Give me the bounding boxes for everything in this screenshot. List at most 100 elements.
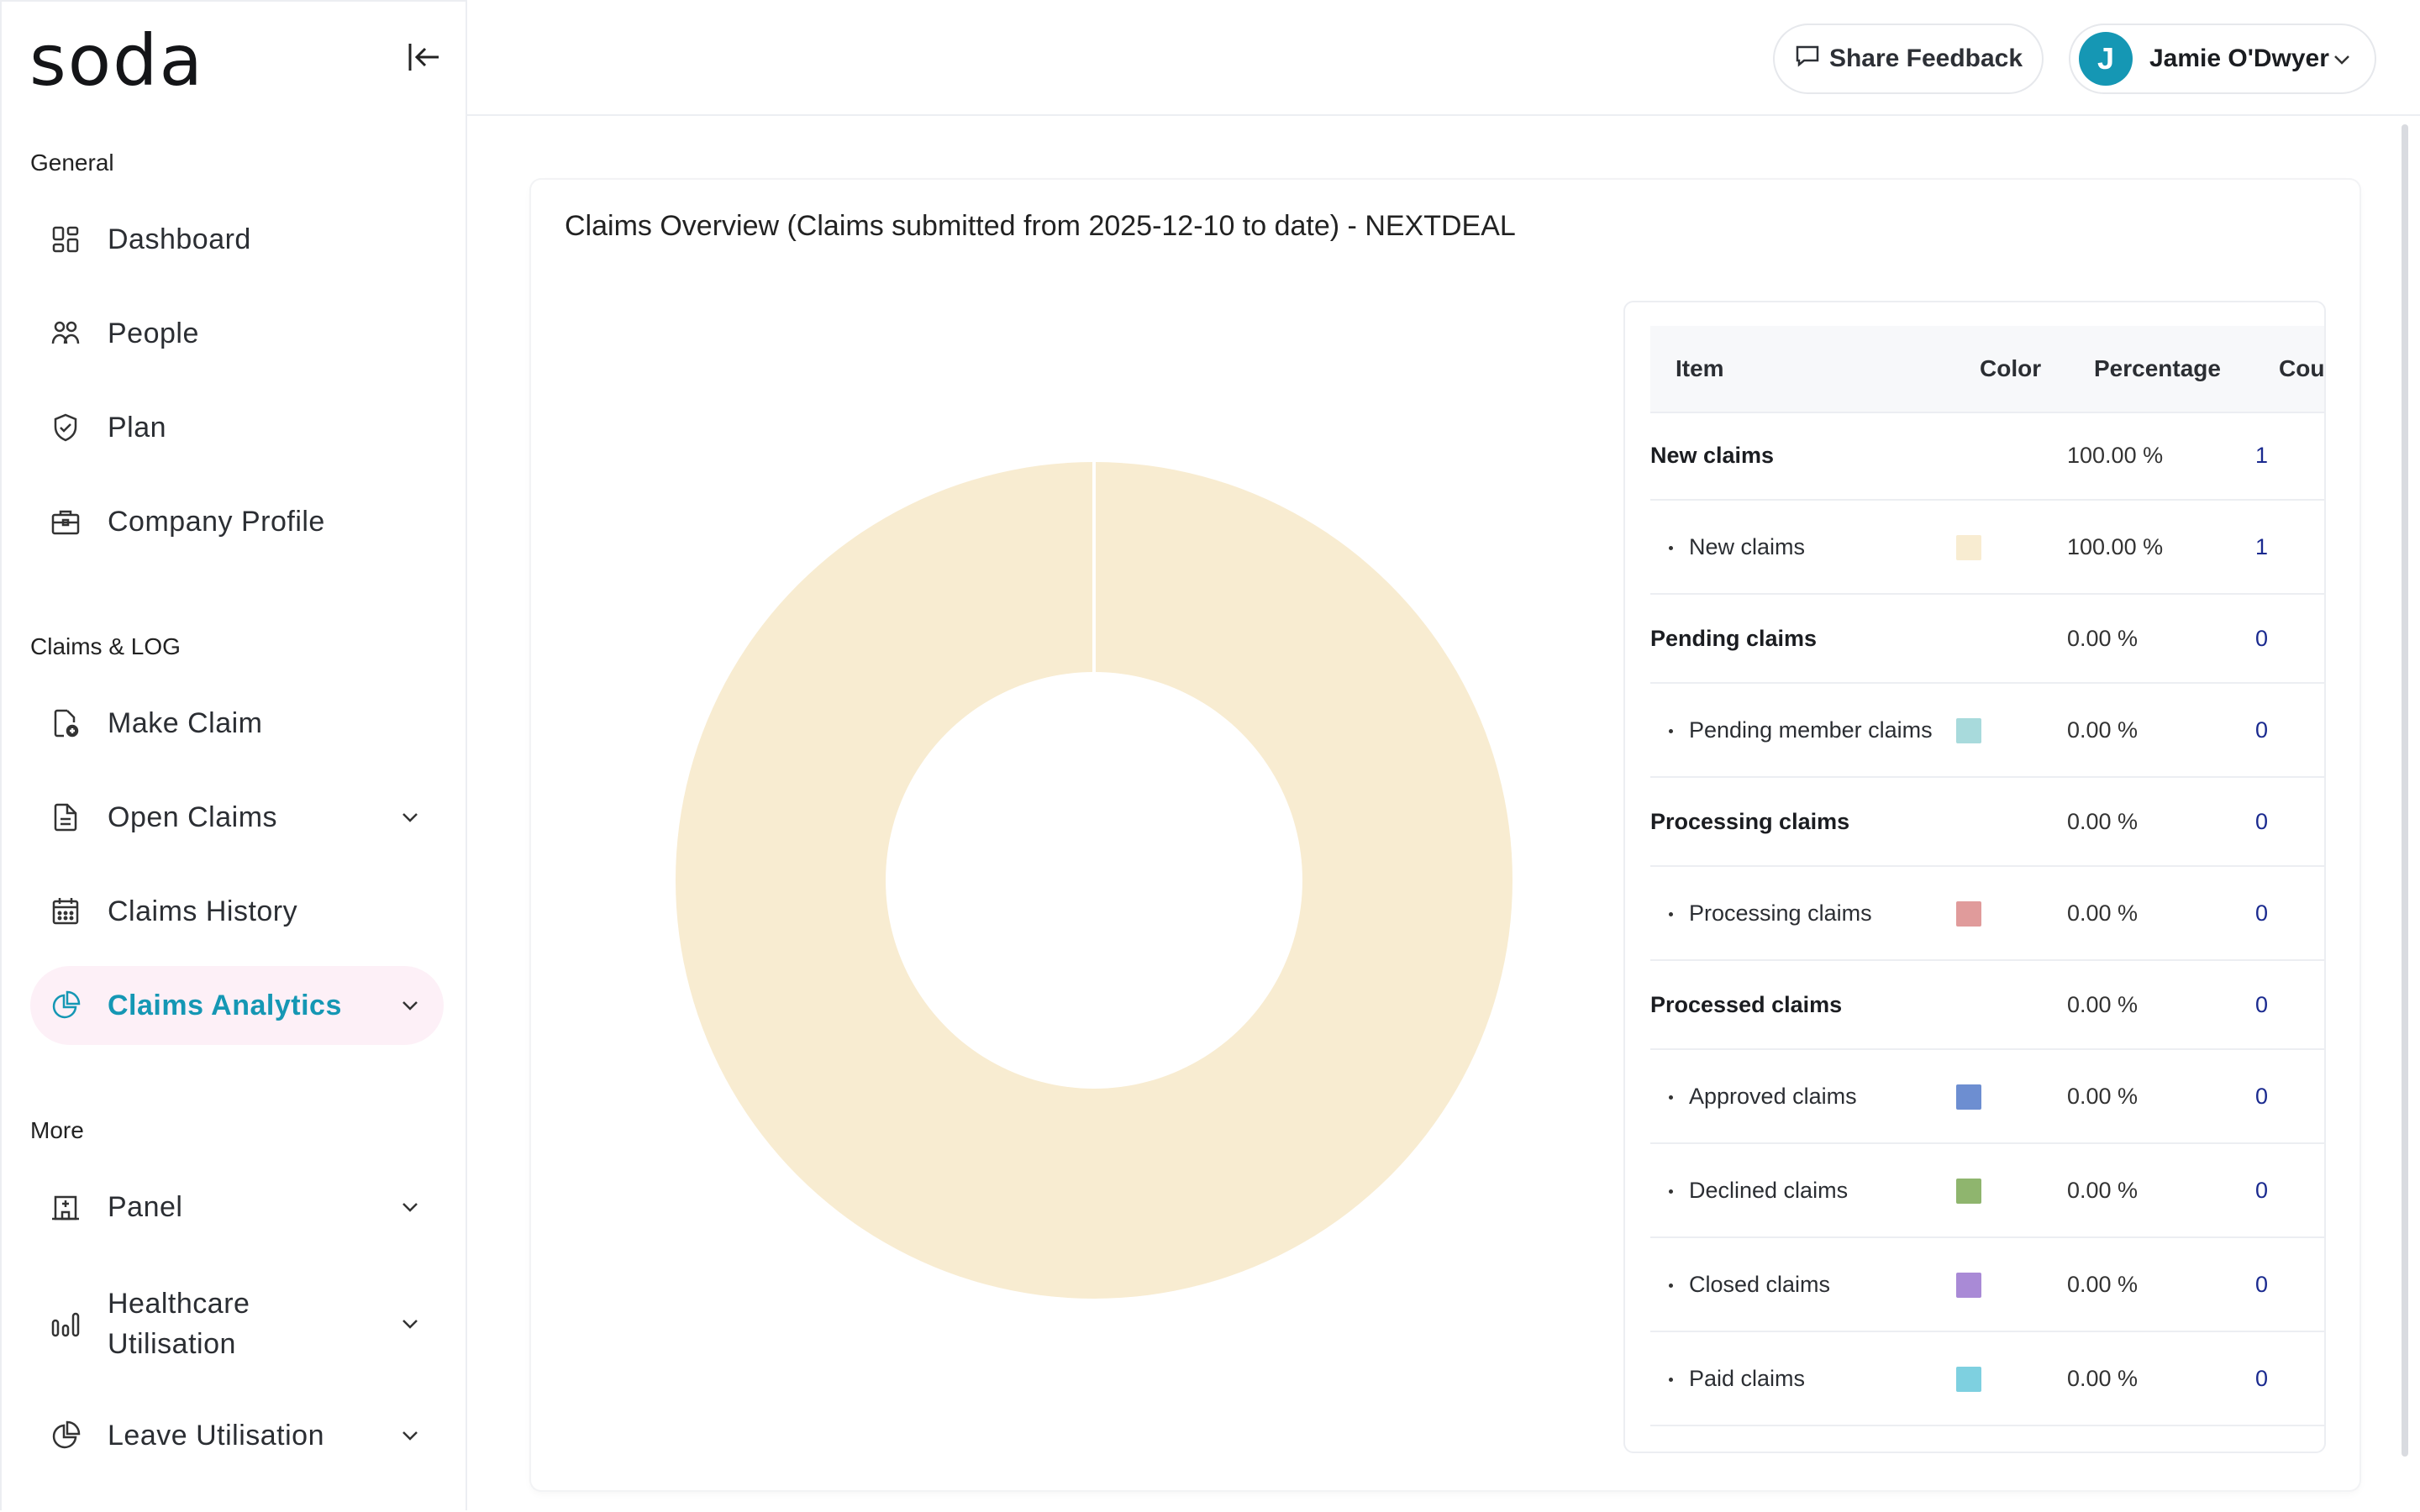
sidebar-item-label: Leave Utilisation bbox=[108, 1419, 324, 1452]
bullet-icon bbox=[1669, 546, 1673, 550]
table-row: Declined claims 0.00 % 0 bbox=[1650, 1144, 2324, 1238]
label-line-1: Healthcare bbox=[108, 1288, 250, 1320]
hospital-icon bbox=[49, 1190, 82, 1224]
sidebar-item-company-profile[interactable]: Company Profile bbox=[30, 482, 444, 561]
row-item-name: Closed claims bbox=[1689, 1272, 1831, 1297]
color-swatch bbox=[1956, 901, 1981, 927]
bar-chart-icon bbox=[49, 1307, 82, 1341]
people-icon bbox=[49, 317, 82, 350]
sidebar-item-label: Make Claim bbox=[108, 706, 263, 739]
table-row: Closed claims 0.00 % 0 bbox=[1650, 1238, 2324, 1332]
row-percentage: 0.00 % bbox=[2067, 626, 2139, 651]
row-percentage: 0.00 % bbox=[2067, 1366, 2139, 1391]
row-percentage: 0.00 % bbox=[2067, 1178, 2139, 1203]
row-count: 0 bbox=[2255, 1366, 2269, 1391]
row-count: 0 bbox=[2255, 1272, 2269, 1297]
sidebar-item-label: Panel bbox=[108, 1190, 183, 1223]
row-count: 0 bbox=[2255, 992, 2269, 1017]
user-menu-button[interactable]: J Jamie O'Dwyer bbox=[2069, 24, 2376, 94]
sidebar-item-dashboard[interactable]: Dashboard bbox=[30, 200, 444, 279]
bullet-icon bbox=[1669, 1284, 1673, 1288]
chevron-down-icon[interactable] bbox=[398, 806, 422, 829]
top-header: Share Feedback J Jamie O'Dwyer bbox=[467, 0, 2420, 116]
color-swatch bbox=[1956, 1179, 1981, 1204]
column-header-count: Cou bbox=[2279, 355, 2325, 381]
color-swatch bbox=[1956, 1273, 1981, 1298]
bullet-icon bbox=[1669, 1095, 1673, 1100]
table-header: Item Color Percentage Cou bbox=[1650, 326, 2325, 413]
row-item-name: Processing claims bbox=[1689, 900, 1872, 926]
claims-table: Item Color Percentage Cou New claims 100.… bbox=[1623, 301, 2326, 1453]
sidebar-item-healthcare-utilisation[interactable]: Healthcare Utilisation bbox=[30, 1278, 444, 1369]
vertical-scrollbar[interactable] bbox=[2402, 124, 2408, 1457]
sidebar-item-people[interactable]: People bbox=[30, 294, 444, 373]
row-count: 0 bbox=[2255, 900, 2269, 926]
sidebar-item-plan[interactable]: Plan bbox=[30, 388, 444, 467]
share-feedback-button[interactable]: Share Feedback bbox=[1773, 24, 2044, 94]
section-label-general: General bbox=[30, 150, 114, 176]
bullet-icon bbox=[1669, 1189, 1673, 1194]
sidebar-item-make-claim[interactable]: Make Claim bbox=[30, 684, 444, 763]
sidebar-item-leave-utilisation[interactable]: Leave Utilisation bbox=[30, 1396, 444, 1475]
row-item-name: Paid claims bbox=[1689, 1366, 1806, 1391]
column-header-percentage: Percentage bbox=[2094, 355, 2221, 381]
chevron-down-icon[interactable] bbox=[398, 994, 422, 1017]
column-header-color: Color bbox=[1980, 355, 2042, 381]
card-title: Claims Overview (Claims submitted from 2… bbox=[565, 210, 1516, 242]
row-percentage: 0.00 % bbox=[2067, 717, 2139, 743]
column-header-item: Item bbox=[1676, 355, 1724, 381]
bullet-icon bbox=[1669, 1378, 1673, 1382]
sidebar-item-claims-analytics[interactable]: Claims Analytics bbox=[30, 966, 444, 1045]
chevron-down-icon[interactable] bbox=[398, 1424, 422, 1447]
table-row: New claims 100.00 % 1 bbox=[1650, 412, 2324, 501]
row-percentage: 0.00 % bbox=[2067, 1084, 2139, 1109]
label-line-2: Utilisation bbox=[108, 1328, 236, 1360]
table-row: Paid claims 0.00 % 0 bbox=[1650, 1332, 2324, 1426]
avatar: J bbox=[2079, 32, 2133, 86]
color-swatch bbox=[1956, 535, 1981, 560]
collapse-sidebar-icon[interactable] bbox=[405, 39, 442, 76]
row-count: 0 bbox=[2255, 717, 2269, 743]
claims-overview-card: Claims Overview (Claims submitted from 2… bbox=[531, 180, 2360, 1490]
bullet-icon bbox=[1669, 912, 1673, 916]
row-count: 1 bbox=[2255, 443, 2269, 468]
row-count: 0 bbox=[2255, 1178, 2269, 1203]
sidebar-item-open-claims[interactable]: Open Claims bbox=[30, 778, 444, 857]
row-count: 0 bbox=[2255, 626, 2269, 651]
row-percentage: 100.00 % bbox=[2067, 443, 2164, 468]
row-count: 0 bbox=[2255, 1084, 2269, 1109]
shield-check-icon bbox=[49, 411, 82, 444]
pie-chart-icon bbox=[49, 1419, 82, 1452]
table-row: Approved claims 0.00 % 0 bbox=[1650, 1050, 2324, 1144]
row-item-name: Declined claims bbox=[1689, 1178, 1849, 1203]
sidebar-item-panel[interactable]: Panel bbox=[30, 1168, 444, 1247]
color-swatch bbox=[1956, 718, 1981, 743]
table-row: Processing claims 0.00 % 0 bbox=[1650, 867, 2324, 961]
table-row: Processed claims 0.00 % 0 bbox=[1650, 961, 2324, 1050]
dashboard-icon bbox=[49, 223, 82, 256]
sidebar-item-claims-history[interactable]: Claims History bbox=[30, 872, 444, 951]
app-logo[interactable]: soda bbox=[29, 25, 204, 96]
row-item-name: Processing claims bbox=[1650, 809, 1850, 834]
bullet-icon bbox=[1669, 729, 1673, 733]
row-percentage: 0.00 % bbox=[2067, 1272, 2139, 1297]
table-row: Processing claims 0.00 % 0 bbox=[1650, 778, 2324, 867]
chevron-down-icon[interactable] bbox=[398, 1195, 422, 1219]
chevron-down-icon[interactable] bbox=[398, 1312, 422, 1336]
row-item-name: Pending claims bbox=[1650, 626, 1818, 651]
sidebar-item-label: Dashboard bbox=[108, 223, 251, 255]
chat-bubble-icon bbox=[1794, 42, 1821, 76]
color-swatch bbox=[1956, 1084, 1981, 1110]
sidebar-item-label: Open Claims bbox=[108, 801, 278, 833]
row-percentage: 100.00 % bbox=[2067, 534, 2164, 559]
claims-donut-chart bbox=[675, 462, 1512, 1299]
sidebar-item-label: Claims Analytics bbox=[108, 989, 342, 1021]
row-item-name: New claims bbox=[1650, 443, 1775, 468]
file-add-icon bbox=[49, 706, 82, 740]
row-item-name: Approved claims bbox=[1689, 1084, 1857, 1109]
color-swatch bbox=[1956, 1367, 1981, 1392]
table-row: Pending claims 0.00 % 0 bbox=[1650, 595, 2324, 684]
row-percentage: 0.00 % bbox=[2067, 992, 2139, 1017]
table-row: New claims 100.00 % 1 bbox=[1650, 501, 2324, 595]
calendar-icon bbox=[49, 895, 82, 928]
